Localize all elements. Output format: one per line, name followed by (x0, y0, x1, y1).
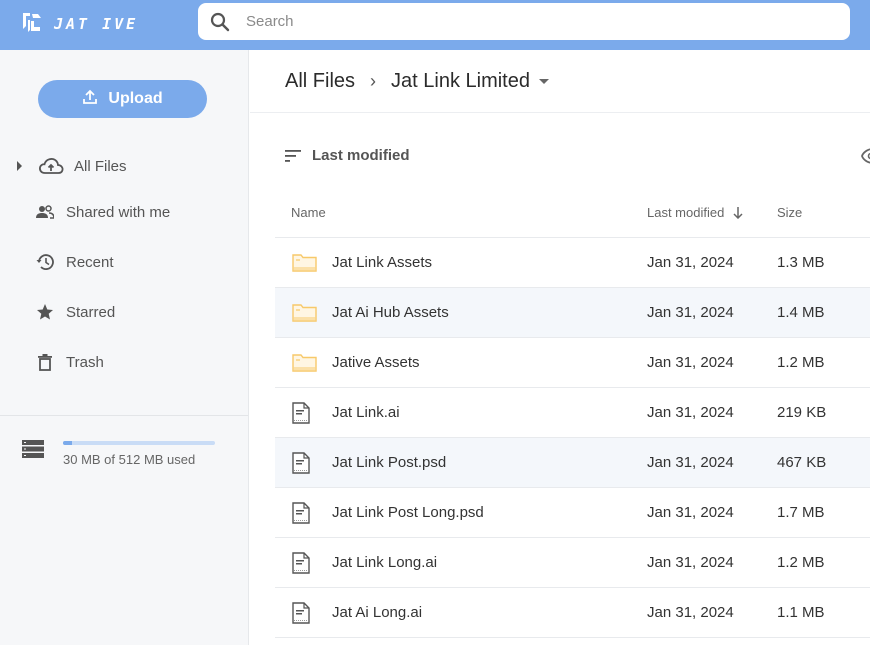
logo-mark-icon (20, 10, 44, 39)
last-modified: Jan 31, 2024 (647, 304, 734, 321)
upload-icon (82, 89, 98, 110)
sort-icon (285, 149, 301, 162)
last-modified: Jan 31, 2024 (647, 604, 734, 621)
top-bar: JAT IVE (0, 0, 870, 50)
search-input[interactable] (246, 13, 806, 30)
file-size: 1.3 MB (777, 254, 825, 271)
cloud-upload-icon (38, 157, 64, 175)
last-modified: Jan 31, 2024 (647, 454, 734, 471)
file-name: Jat Ai Long.ai (332, 604, 423, 621)
file-icon (292, 501, 310, 524)
file-name: Jat Link Post Long.psd (332, 504, 484, 521)
table-row-folder[interactable]: Jat Ai Hub Assets Jan 31, 2024 1.4 MB (275, 288, 870, 338)
sidebar: Upload All Files Shared with me Recent S… (0, 50, 249, 645)
trash-icon (36, 353, 54, 371)
table-row-file[interactable]: Jat Ai Long.ai Jan 31, 2024 1.1 MB (275, 588, 870, 638)
table-row-folder[interactable]: Jat Link Assets Jan 31, 2024 1.3 MB (275, 238, 870, 288)
sidebar-item-starred[interactable]: Starred (0, 287, 248, 337)
file-name: Jat Link Assets (332, 254, 433, 271)
sidebar-item-label: All Files (74, 157, 127, 175)
file-size: 1.1 MB (777, 604, 825, 621)
view-toggle-icon[interactable] (861, 148, 870, 169)
sidebar-item-label: Shared with me (66, 203, 171, 221)
breadcrumb: All Files › Jat Link Limited (285, 70, 549, 93)
file-size: 1.2 MB (777, 354, 825, 371)
folder-icon (292, 353, 318, 373)
star-icon (36, 303, 54, 321)
table-body: Jat Link Assets Jan 31, 2024 1.3 MB Jat Ai… (275, 238, 870, 638)
sort-label: Last modified (312, 147, 410, 164)
upload-button[interactable]: Upload (38, 80, 207, 118)
last-modified: Jan 31, 2024 (647, 254, 734, 271)
storage-indicator: 30 MB of 512 MB used (22, 438, 242, 478)
logo[interactable]: JAT IVE (20, 9, 138, 39)
arrow-down-icon (733, 206, 743, 219)
storage-progress-bar (63, 441, 215, 445)
storage-icon (22, 440, 44, 463)
column-header-name[interactable]: Name (291, 205, 326, 220)
table-row-folder[interactable]: Jative Assets Jan 31, 2024 1.2 MB (275, 338, 870, 388)
table-header: Name Last modified Size (275, 188, 870, 238)
sidebar-item-shared-with-me[interactable]: Shared with me (0, 187, 248, 237)
search-icon (209, 11, 231, 33)
expand-caret-icon[interactable] (17, 161, 22, 171)
dropdown-arrow-icon[interactable] (538, 79, 549, 84)
file-name: Jat Link Long.ai (332, 554, 438, 571)
table-row-file[interactable]: Jat Link Post Long.psd Jan 31, 2024 1.7 MB (275, 488, 870, 538)
column-header-size[interactable]: Size (777, 205, 802, 220)
file-table: Name Last modified Size Jat Link Assets J… (275, 188, 870, 638)
header-divider (250, 112, 870, 113)
storage-label: 30 MB of 512 MB used (63, 452, 196, 467)
sidebar-divider (0, 415, 248, 416)
file-name: Jat Link Post.psd (332, 454, 447, 471)
file-size: 1.2 MB (777, 554, 825, 571)
column-header-last-modified[interactable]: Last modified (647, 205, 743, 220)
folder-icon (292, 303, 318, 323)
file-icon (292, 401, 310, 424)
sidebar-item-all-files[interactable]: All Files (0, 145, 248, 187)
breadcrumb-root[interactable]: All Files (285, 70, 355, 93)
table-row-file[interactable]: Jat Link Post.psd Jan 31, 2024 467 KB (275, 438, 870, 488)
breadcrumb-current[interactable]: Jat Link Limited (391, 70, 530, 93)
chevron-right-icon: › (370, 71, 377, 91)
last-modified: Jan 31, 2024 (647, 554, 734, 571)
file-name: Jat Link.ai (332, 404, 400, 421)
last-modified: Jan 31, 2024 (647, 404, 734, 421)
history-icon (36, 253, 54, 271)
search-bar[interactable] (198, 3, 850, 40)
file-name: Jat Ai Hub Assets (332, 304, 449, 321)
table-row-file[interactable]: Jat Link.ai Jan 31, 2024 219 KB (275, 388, 870, 438)
sidebar-nav: All Files Shared with me Recent Starred … (0, 145, 248, 387)
file-size: 1.7 MB (777, 504, 825, 521)
logo-text: JAT IVE (54, 15, 139, 33)
file-size: 467 KB (777, 454, 827, 471)
main-content: All Files › Jat Link Limited Last modifi… (250, 50, 870, 645)
people-icon (36, 203, 54, 221)
file-icon (292, 551, 310, 574)
last-modified: Jan 31, 2024 (647, 504, 734, 521)
storage-progress-fill (63, 441, 72, 445)
file-icon (292, 601, 310, 624)
sidebar-item-label: Recent (66, 253, 114, 271)
file-size: 219 KB (777, 404, 827, 421)
sidebar-item-label: Starred (66, 303, 116, 321)
file-icon (292, 451, 310, 474)
file-size: 1.4 MB (777, 304, 825, 321)
file-name: Jative Assets (332, 354, 420, 371)
sidebar-item-trash[interactable]: Trash (0, 337, 248, 387)
sidebar-item-label: Trash (66, 353, 104, 371)
upload-label: Upload (108, 90, 163, 107)
sort-button[interactable]: Last modified (285, 147, 410, 164)
folder-icon (292, 253, 318, 273)
sidebar-item-recent[interactable]: Recent (0, 237, 248, 287)
column-header-label: Last modified (647, 205, 725, 220)
last-modified: Jan 31, 2024 (647, 354, 734, 371)
table-row-file[interactable]: Jat Link Long.ai Jan 31, 2024 1.2 MB (275, 538, 870, 588)
